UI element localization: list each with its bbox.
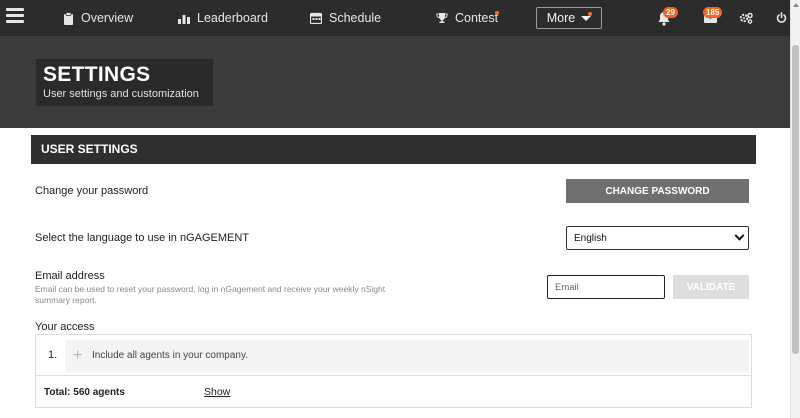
language-label: Select the language to use in nGAGEMENT [35, 232, 250, 244]
chevron-down-icon [734, 230, 745, 241]
access-rule-row: 1. + Include all agents in your company. [36, 335, 751, 376]
email-input[interactable]: Email [547, 275, 665, 299]
page-header: SETTINGS User settings and customization [0, 36, 790, 128]
chevron-down-icon [581, 15, 592, 21]
nav-schedule-label: Schedule [329, 11, 382, 25]
access-rule-number: 1. [48, 349, 58, 361]
page-subtitle: User settings and customization [43, 88, 199, 100]
page-title-box: SETTINGS User settings and customization [36, 59, 213, 106]
access-box: 1. + Include all agents in your company.… [35, 334, 752, 408]
more-notification-dot [588, 12, 592, 16]
notifications-button[interactable] [654, 0, 674, 36]
more-label: More [546, 11, 576, 25]
notifications-badge: 29 [663, 7, 678, 18]
nav-leaderboard[interactable]: Leaderboard [178, 0, 268, 36]
bar-chart-icon [178, 14, 190, 24]
power-icon [776, 12, 786, 23]
top-nav: Overview Leaderboard Schedule Contest Mo… [0, 0, 790, 36]
nav-overview-label: Overview [81, 11, 134, 25]
section-title: USER SETTINGS [31, 135, 756, 164]
show-agents-link[interactable]: Show [204, 386, 230, 398]
language-selected: English [574, 232, 607, 244]
access-rule-text: Include all agents in your company. [92, 350, 249, 361]
language-select[interactable]: English [566, 226, 749, 250]
calendar-icon [310, 12, 322, 24]
menu-icon[interactable] [6, 8, 24, 28]
nav-contest[interactable]: Contest [436, 0, 498, 36]
contest-notification-dot [495, 11, 499, 15]
scrollbar-thumb[interactable] [792, 45, 799, 354]
nav-schedule[interactable]: Schedule [310, 0, 381, 36]
access-total: Total: 560 agents [44, 387, 125, 398]
scroll-up-arrow-icon[interactable] [793, 3, 799, 7]
clipboard-icon [64, 11, 73, 25]
change-password-button[interactable]: CHANGE PASSWORD [566, 179, 749, 203]
nav-contest-label: Contest [455, 11, 499, 25]
email-help-text: Email can be used to reset your password… [35, 284, 386, 305]
access-label: Your access [35, 321, 95, 333]
messages-badge: 185 [703, 7, 723, 18]
access-rule[interactable]: + Include all agents in your company. [65, 340, 749, 372]
gears-icon [739, 12, 753, 24]
nav-overview[interactable]: Overview [63, 0, 133, 36]
nav-leaderboard-label: Leaderboard [197, 11, 268, 25]
email-label: Email address [35, 270, 105, 282]
scrollbar[interactable] [790, 0, 800, 418]
power-button[interactable] [773, 0, 789, 36]
plus-icon[interactable]: + [73, 347, 82, 365]
more-button[interactable]: More [536, 7, 602, 29]
messages-button[interactable] [701, 0, 719, 36]
settings-button[interactable] [737, 0, 755, 36]
page-title: SETTINGS [43, 63, 151, 86]
validate-button[interactable]: VALIDATE [673, 275, 749, 299]
password-label: Change your password [35, 185, 149, 197]
trophy-icon [436, 13, 448, 23]
